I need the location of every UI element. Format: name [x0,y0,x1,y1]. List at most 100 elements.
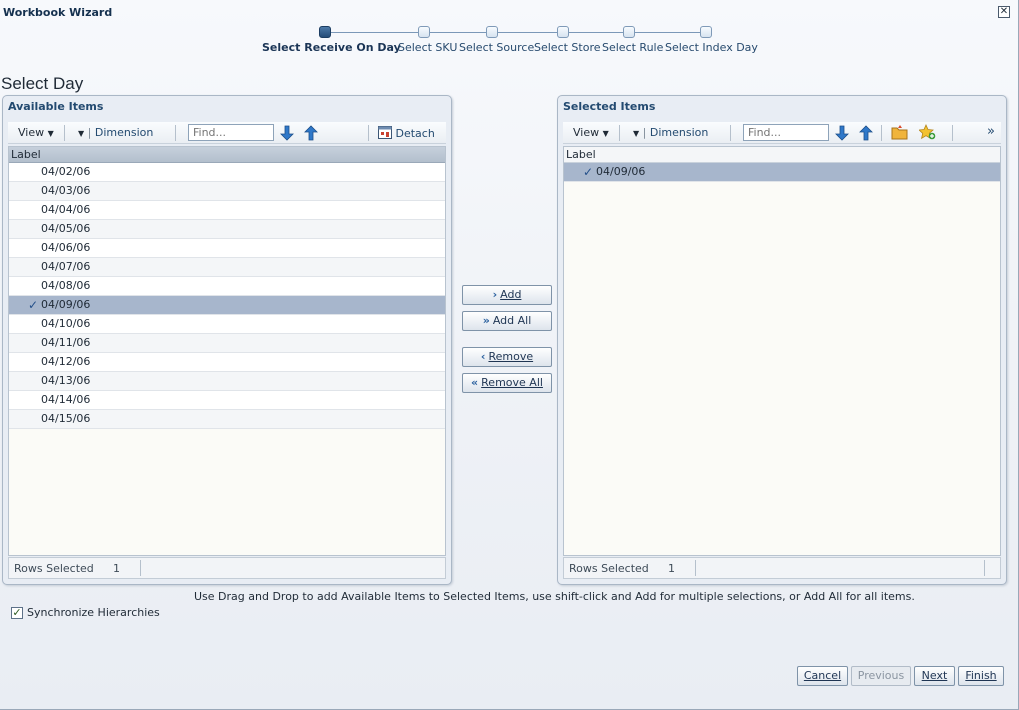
table-row[interactable]: 04/14/06 [9,391,445,410]
column-header-label[interactable]: Label [564,147,1000,163]
footer-separator [984,560,985,576]
row-label: 04/12/06 [41,355,91,368]
toolbar-separator [175,125,176,141]
table-row[interactable]: 04/02/06 [9,163,445,182]
row-label: 04/05/06 [41,222,91,235]
arrow-up-icon[interactable] [304,125,318,141]
footer-separator [695,560,696,576]
train-label-sku[interactable]: Select SKU [398,41,457,54]
arrow-up-icon[interactable] [859,125,873,141]
rows-selected-count: 1 [113,562,120,575]
view-menu-label: View [573,126,600,139]
overflow-icon[interactable]: » [987,124,995,139]
table-row[interactable]: 04/04/06 [9,201,445,220]
table-row[interactable]: 04/11/06 [9,334,445,353]
table-row[interactable]: 04/15/06 [9,410,445,429]
double-chevron-right-icon: » [482,314,490,327]
page-title: Select Day [1,74,84,93]
available-items-table: Label 04/02/06 04/03/06 04/04/06 04/05/06 04… [8,146,446,556]
chevron-down-icon: ▼ [633,129,640,138]
table-row[interactable]: 04/07/06 [9,258,445,277]
view-menu[interactable]: View ▼ [18,126,54,139]
table-row[interactable]: ✓ 04/09/06 [564,163,1000,182]
synchronize-label: Synchronize Hierarchies [27,606,160,619]
view-menu-label: View [18,126,45,139]
selected-rows: ✓ 04/09/06 [564,163,1000,182]
selected-items-title: Selected Items [563,100,656,113]
train-label-receive-day[interactable]: Select Receive On Day [262,41,401,54]
row-label: 04/08/06 [41,279,91,292]
train-stop-receive-day[interactable] [319,26,331,38]
folder-icon[interactable] [891,125,908,140]
previous-button[interactable]: Previous [851,666,911,686]
available-toolbar: View ▼ ▼ | Dimension Find... Detach [8,122,446,144]
view-menu[interactable]: View ▼ [573,126,609,139]
toolbar-separator [619,125,620,141]
arrow-down-icon[interactable] [835,125,849,141]
detach-button[interactable]: Detach [378,126,435,140]
dimension-menu[interactable]: ▼ | Dimension [78,126,153,139]
find-input[interactable] [743,124,829,141]
train-line [326,32,706,33]
check-icon: ✓ [583,165,594,179]
table-row[interactable]: 04/05/06 [9,220,445,239]
synchronize-hierarchies[interactable]: ✓ Synchronize Hierarchies [11,606,160,619]
train-stop-source[interactable] [486,26,498,38]
star-add-icon[interactable] [919,124,936,140]
toolbar-separator [952,125,953,141]
table-row[interactable]: 04/08/06 [9,277,445,296]
available-items-title: Available Items [8,100,104,113]
table-row[interactable]: ✓ 04/09/06 [9,296,445,315]
drag-drop-hint: Use Drag and Drop to add Available Items… [194,590,915,603]
remove-all-button[interactable]: «Remove All [462,373,552,393]
window-title: Workbook Wizard [3,6,113,19]
add-all-button[interactable]: » Add All [462,311,552,331]
train-label-source[interactable]: Select Source [459,41,534,54]
selected-items-panel: Selected Items View ▼ ▼ | Dimension Find… [557,95,1007,585]
column-header-label[interactable]: Label [9,147,445,163]
footer-separator [140,560,141,576]
next-button[interactable]: Next [914,666,955,686]
rows-selected-label: Rows Selected [14,562,94,575]
row-label: 04/11/06 [41,336,91,349]
arrow-down-icon[interactable] [280,125,294,141]
table-row[interactable]: 04/03/06 [9,182,445,201]
detach-label: Detach [395,127,435,140]
chevron-left-icon: ‹ [480,350,486,363]
table-row[interactable]: 04/06/06 [9,239,445,258]
row-label: 04/07/06 [41,260,91,273]
train-stop-store[interactable] [557,26,569,38]
selected-items-table: Label ✓ 04/09/06 [563,146,1001,556]
row-label: 04/09/06 [41,298,91,311]
cancel-button[interactable]: Cancel [797,666,848,686]
wizard-train: Select Receive On Day Select SKU Select … [0,24,1019,64]
row-label: 04/02/06 [41,165,91,178]
double-chevron-left-icon: « [471,376,479,389]
add-button[interactable]: › Add [462,285,552,305]
detach-icon [378,126,392,139]
close-icon[interactable]: ✕ [998,6,1010,18]
toolbar-separator [368,125,369,141]
chevron-down-icon: ▼ [602,129,609,138]
row-label: 04/14/06 [41,393,91,406]
train-stop-index-day[interactable] [700,26,712,38]
dimension-label: Dimension [649,126,709,139]
synchronize-checkbox[interactable]: ✓ [11,607,23,619]
table-row[interactable]: 04/10/06 [9,315,445,334]
available-items-panel: Available Items View ▼ ▼ | Dimension Fin… [2,95,452,585]
selected-footer: Rows Selected 1 [563,557,1001,579]
train-label-index-day[interactable]: Select Index Day [665,41,758,54]
table-row[interactable]: 04/13/06 [9,372,445,391]
workbook-wizard-window: Workbook Wizard ✕ Select Receive On Day … [0,0,1019,710]
table-row[interactable]: 04/12/06 [9,353,445,372]
chevron-right-icon: › [492,288,498,301]
dimension-menu[interactable]: ▼ | Dimension [633,126,708,139]
find-input[interactable] [188,124,274,141]
train-stop-sku[interactable] [418,26,430,38]
selected-toolbar: View ▼ ▼ | Dimension Find... » [563,122,1001,144]
remove-button[interactable]: ‹ Remove [462,347,552,367]
finish-button[interactable]: Finish [958,666,1004,686]
train-label-store[interactable]: Select Store [534,41,601,54]
train-label-rule[interactable]: Select Rule [602,41,663,54]
train-stop-rule[interactable] [623,26,635,38]
